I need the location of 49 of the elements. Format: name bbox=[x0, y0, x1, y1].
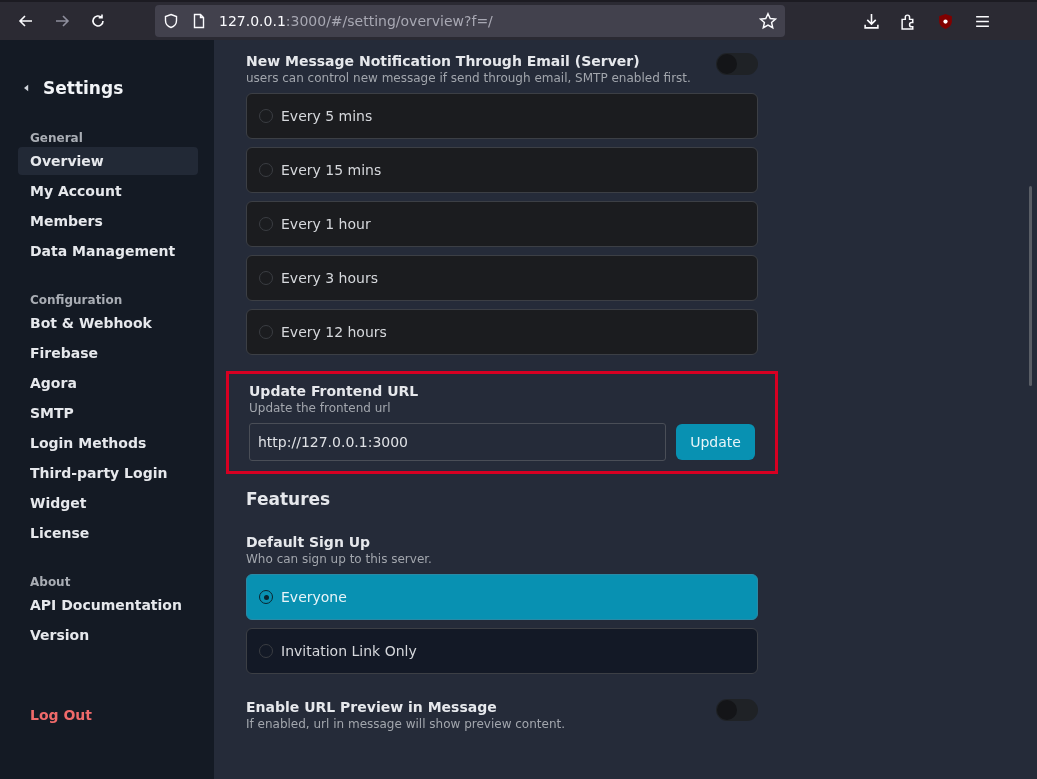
sidebar-item[interactable]: SMTP bbox=[18, 399, 198, 427]
sidebar-item[interactable]: Third-party Login bbox=[18, 459, 198, 487]
sidebar-item[interactable]: Members bbox=[18, 207, 198, 235]
sidebar-item[interactable]: Firebase bbox=[18, 339, 198, 367]
caret-left-icon[interactable] bbox=[24, 84, 29, 92]
shield-icon bbox=[163, 13, 179, 29]
star-icon[interactable] bbox=[759, 12, 777, 30]
address-bar[interactable]: 127.0.0.1:3000/#/setting/overview?f=/ bbox=[155, 5, 785, 37]
setting-description: users can control new message if send through email, SMTP enabled first. bbox=[246, 71, 691, 85]
sidebar-item[interactable]: Version bbox=[18, 621, 198, 649]
setting-description: Update the frontend url bbox=[249, 401, 392, 415]
sidebar-item[interactable]: Data Management bbox=[18, 237, 198, 265]
setting-title: Default Sign Up bbox=[246, 534, 372, 550]
setting-description: If enabled, url in message will show preview content. bbox=[246, 717, 566, 731]
radio-option[interactable]: Every 3 hours bbox=[246, 255, 758, 301]
forward-arrow-icon[interactable] bbox=[54, 13, 70, 29]
logout-link[interactable]: Log Out bbox=[18, 707, 198, 723]
toggle-switch[interactable] bbox=[716, 53, 758, 75]
back-arrow-icon[interactable] bbox=[18, 13, 34, 29]
sidebar-item[interactable]: API Documentation bbox=[18, 591, 198, 619]
radio-option[interactable]: Invitation Link Only bbox=[246, 628, 758, 674]
sidebar-item[interactable]: Login Methods bbox=[18, 429, 198, 457]
group-label: About bbox=[29, 575, 72, 589]
toggle-switch[interactable] bbox=[716, 699, 758, 721]
group-label: General bbox=[29, 131, 84, 145]
reload-icon[interactable] bbox=[90, 13, 106, 29]
url-text: 127.0.0.1:3000/#/setting/overview?f=/ bbox=[219, 13, 494, 29]
sidebar-item[interactable]: Bot & Webhook bbox=[18, 309, 198, 337]
sidebar-item[interactable]: Agora bbox=[18, 369, 198, 397]
setting-description: Who can sign up to this server. bbox=[246, 552, 433, 566]
page-icon bbox=[191, 13, 207, 29]
scrollbar[interactable] bbox=[1029, 186, 1032, 386]
shield-badge-icon[interactable] bbox=[937, 12, 954, 30]
sidebar-item[interactable]: Overview bbox=[18, 147, 198, 175]
setting-title: New Message Notification Through Email (Server) bbox=[246, 53, 641, 69]
group-label: Configuration bbox=[29, 293, 124, 307]
radio-option[interactable]: Every 12 hours bbox=[246, 309, 758, 355]
setting-title: Enable URL Preview in Message bbox=[246, 699, 498, 715]
download-icon[interactable] bbox=[863, 12, 880, 30]
url-input-field[interactable]: http://127.0.0.1:3000 bbox=[249, 423, 666, 461]
radio-option[interactable]: Every 5 mins bbox=[246, 93, 758, 139]
sidebar-title: Settings bbox=[43, 78, 124, 98]
sidebar-item[interactable]: License bbox=[18, 519, 198, 547]
section-heading: Features bbox=[246, 489, 332, 509]
radio-option[interactable]: Every 1 hour bbox=[246, 201, 758, 247]
sidebar-item[interactable]: My Account bbox=[18, 177, 198, 205]
radio-option[interactable]: Every 15 mins bbox=[246, 147, 758, 193]
setting-title: Update Frontend URL bbox=[249, 383, 420, 399]
sidebar-item[interactable]: Widget bbox=[18, 489, 198, 517]
